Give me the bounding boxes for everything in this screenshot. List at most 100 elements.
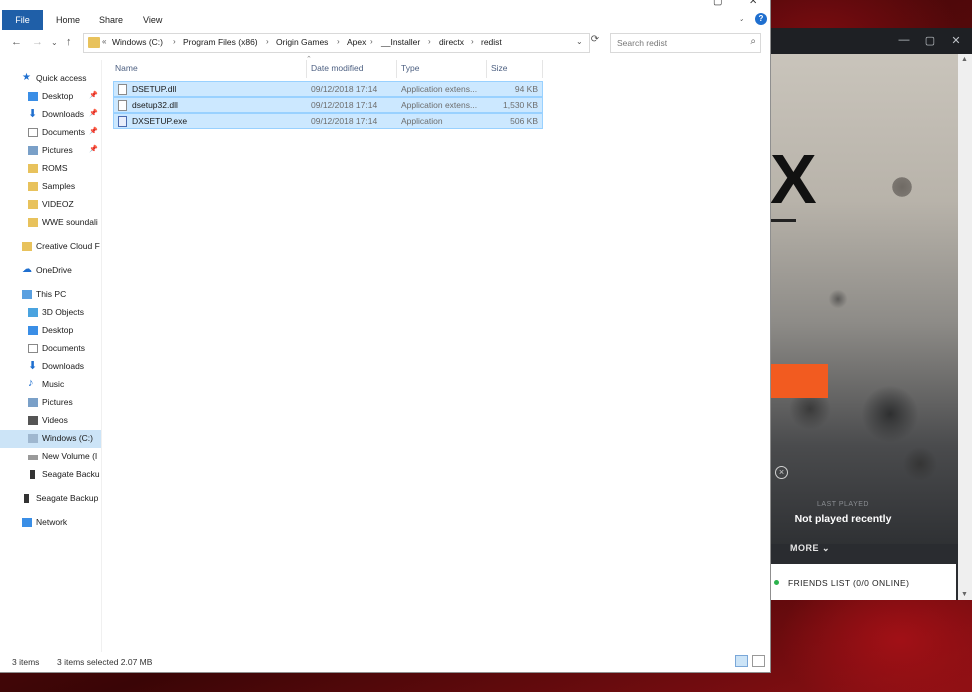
- breadcrumb-redist[interactable]: redist: [481, 37, 502, 47]
- nav-item-roms[interactable]: ROMS: [0, 160, 101, 178]
- file-row[interactable]: DXSETUP.exe 09/12/2018 17:14 Application…: [113, 113, 543, 129]
- nav-item-pc-downloads[interactable]: ⬇ Downloads: [0, 358, 101, 376]
- search-placeholder[interactable]: Search redist: [617, 38, 667, 48]
- column-divider[interactable]: [306, 60, 307, 78]
- close-circle-icon[interactable]: ×: [775, 466, 788, 479]
- file-explorer-window: ▢ ✕ File Home Share View ⌄ ? ← → ⌄ ↑ « W…: [0, 0, 771, 673]
- nav-creative-cloud[interactable]: Creative Cloud F: [0, 238, 101, 256]
- friends-list-bar[interactable]: FRIENDS LIST (0/0 ONLINE): [770, 564, 956, 600]
- computer-icon: [22, 290, 32, 299]
- pin-icon[interactable]: 📌: [89, 127, 98, 135]
- column-header-size[interactable]: Size: [491, 63, 508, 73]
- nav-this-pc[interactable]: This PC: [0, 286, 101, 304]
- nav-item-desktop[interactable]: Desktop 📌: [0, 88, 101, 106]
- nav-label: WWE soundali: [42, 217, 98, 227]
- folder-icon: [28, 218, 38, 227]
- breadcrumb-separator[interactable]: ›: [370, 37, 373, 46]
- nav-quick-access[interactable]: ★ Quick access: [0, 70, 101, 88]
- tab-share[interactable]: Share: [99, 10, 123, 30]
- back-arrow-icon[interactable]: ←: [11, 36, 22, 48]
- network-icon: [22, 518, 32, 527]
- pictures-icon: [28, 146, 38, 155]
- column-header-type[interactable]: Type: [401, 63, 419, 73]
- column-header-date[interactable]: Date modified: [311, 63, 363, 73]
- cloud-icon: ☁: [22, 264, 32, 275]
- game-hero-art: X × LAST PLAYED Not played recently: [770, 54, 958, 544]
- tab-home[interactable]: Home: [56, 10, 80, 30]
- breadcrumb-installer[interactable]: __Installer: [381, 37, 420, 47]
- nav-item-3d-objects[interactable]: 3D Objects: [0, 304, 101, 322]
- large-icons-view-icon[interactable]: [752, 655, 765, 667]
- forward-arrow-icon[interactable]: →: [32, 36, 43, 48]
- nav-item-seagate-pc[interactable]: Seagate Backu: [0, 466, 101, 484]
- nav-label: Pictures: [42, 397, 73, 407]
- breadcrumb-separator[interactable]: ›: [428, 37, 431, 46]
- nav-item-documents[interactable]: Documents 📌: [0, 124, 101, 142]
- cube-icon: [28, 308, 38, 317]
- breadcrumb-windows-c[interactable]: Windows (C:): [112, 37, 163, 47]
- scroll-up-icon[interactable]: ▲: [961, 56, 968, 63]
- tab-view[interactable]: View: [143, 10, 162, 30]
- maximize-icon[interactable]: ▢: [713, 0, 722, 7]
- nav-item-videoz[interactable]: VIDEOZ: [0, 196, 101, 214]
- column-divider[interactable]: [396, 60, 397, 78]
- nav-item-new-volume[interactable]: New Volume (I: [0, 448, 101, 466]
- search-box[interactable]: Search redist ⌕: [610, 33, 761, 53]
- help-icon[interactable]: ?: [755, 13, 767, 25]
- nav-item-windows-c[interactable]: Windows (C:): [0, 430, 101, 448]
- nav-label: Downloads: [42, 361, 85, 371]
- nav-seagate-backup[interactable]: Seagate Backup: [0, 490, 101, 508]
- breadcrumb-separator[interactable]: ›: [266, 37, 269, 46]
- more-button[interactable]: MORE ⌄: [790, 543, 830, 554]
- breadcrumb-separator[interactable]: ›: [337, 37, 340, 46]
- close-icon[interactable]: ✕: [749, 0, 757, 7]
- address-dropdown-icon[interactable]: ⌄: [576, 37, 583, 46]
- up-arrow-icon[interactable]: ↑: [66, 36, 72, 48]
- details-view-icon[interactable]: [735, 655, 748, 667]
- nav-network[interactable]: Network: [0, 514, 101, 532]
- breadcrumb-directx[interactable]: directx: [439, 37, 464, 47]
- minimize-icon[interactable]: —: [897, 34, 911, 46]
- scroll-down-icon[interactable]: ▼: [961, 591, 968, 598]
- file-row[interactable]: dsetup32.dll 09/12/2018 17:14 Applicatio…: [113, 97, 543, 113]
- document-icon: [28, 344, 38, 353]
- nav-item-pc-documents[interactable]: Documents: [0, 340, 101, 358]
- pin-icon[interactable]: 📌: [89, 109, 98, 117]
- pin-icon[interactable]: 📌: [89, 91, 98, 99]
- maximize-icon[interactable]: ▢: [923, 34, 937, 47]
- breadcrumb-origin-games[interactable]: Origin Games: [276, 37, 328, 47]
- nav-label: Pictures: [42, 145, 73, 155]
- close-icon[interactable]: ✕: [949, 34, 963, 47]
- nav-onedrive[interactable]: ☁ OneDrive: [0, 262, 101, 280]
- nav-item-pictures[interactable]: Pictures 📌: [0, 142, 101, 160]
- refresh-icon[interactable]: ⟳: [588, 34, 602, 52]
- nav-item-pc-desktop[interactable]: Desktop: [0, 322, 101, 340]
- nav-item-samples[interactable]: Samples: [0, 178, 101, 196]
- origin-window: — ▢ ✕ X × LAST PLAYED Not played recentl…: [770, 28, 972, 600]
- column-divider[interactable]: [542, 60, 543, 78]
- play-button[interactable]: [770, 364, 828, 398]
- drive-icon: [28, 434, 38, 443]
- search-icon[interactable]: ⌕: [750, 36, 756, 47]
- nav-item-pc-pictures[interactable]: Pictures: [0, 394, 101, 412]
- origin-scrollbar[interactable]: ▲ ▼: [958, 54, 972, 600]
- nav-item-videos[interactable]: Videos: [0, 412, 101, 430]
- file-row[interactable]: DSETUP.dll 09/12/2018 17:14 Application …: [113, 81, 543, 97]
- address-bar[interactable]: « Windows (C:) › Program Files (x86) › O…: [83, 33, 590, 53]
- breadcrumb-separator[interactable]: ›: [471, 37, 474, 46]
- game-logo: X: [770, 140, 817, 218]
- column-header-name[interactable]: Name: [115, 63, 138, 73]
- nav-item-wwe[interactable]: WWE soundali: [0, 214, 101, 232]
- tab-file[interactable]: File: [2, 10, 43, 30]
- breadcrumb-apex[interactable]: Apex: [347, 37, 366, 47]
- file-size: 94 KB: [514, 84, 538, 94]
- pin-icon[interactable]: 📌: [89, 145, 98, 153]
- nav-item-downloads[interactable]: ⬇ Downloads 📌: [0, 106, 101, 124]
- overflow-icon[interactable]: «: [102, 37, 106, 46]
- breadcrumb-separator[interactable]: ›: [173, 37, 176, 46]
- recent-locations-icon[interactable]: ⌄: [51, 38, 58, 47]
- column-divider[interactable]: [486, 60, 487, 78]
- nav-item-music[interactable]: ♪ Music: [0, 376, 101, 394]
- nav-label: Windows (C:): [42, 433, 94, 443]
- breadcrumb-program-files[interactable]: Program Files (x86): [183, 37, 258, 47]
